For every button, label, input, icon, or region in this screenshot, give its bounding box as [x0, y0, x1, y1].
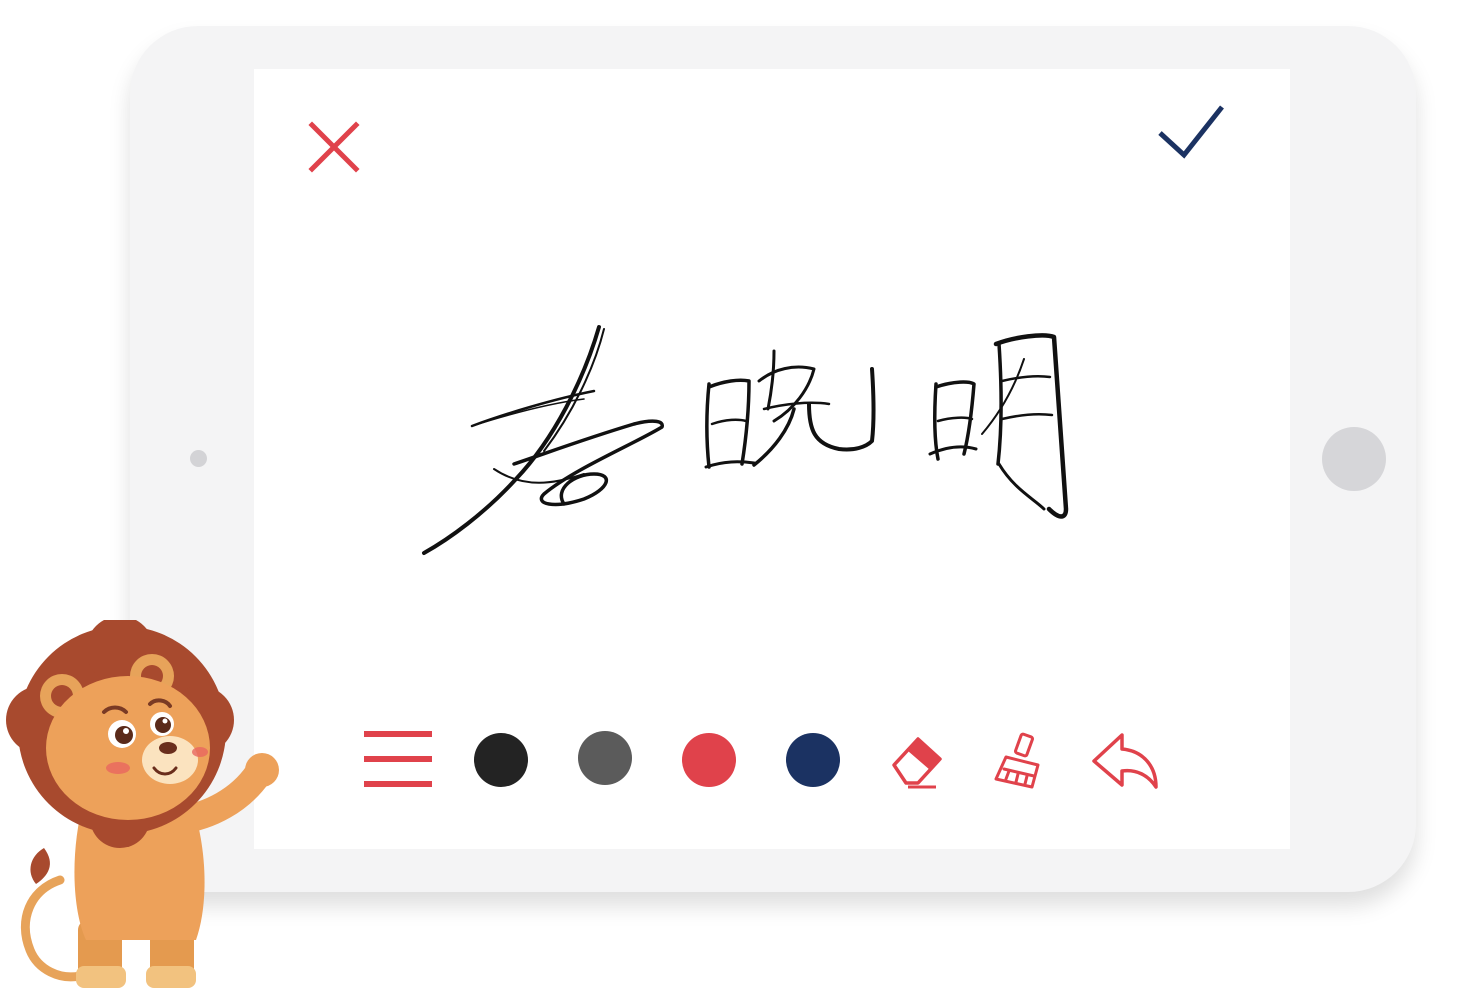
home-button[interactable] — [1322, 427, 1386, 491]
broom-icon — [994, 732, 1040, 789]
signature-screen — [254, 69, 1290, 849]
menu-button[interactable] — [364, 729, 432, 789]
color-red[interactable] — [682, 733, 736, 787]
color-navy[interactable] — [786, 733, 840, 787]
undo-icon — [1092, 733, 1158, 789]
eraser-icon — [892, 737, 942, 789]
lion-mascot — [6, 620, 279, 988]
color-black[interactable] — [474, 733, 528, 787]
eraser-button[interactable] — [888, 729, 948, 791]
camera-dot — [190, 450, 207, 467]
menu-icon — [364, 731, 432, 787]
undo-button[interactable] — [1090, 729, 1160, 791]
clear-button[interactable] — [992, 729, 1050, 793]
color-gray[interactable] — [578, 731, 632, 785]
